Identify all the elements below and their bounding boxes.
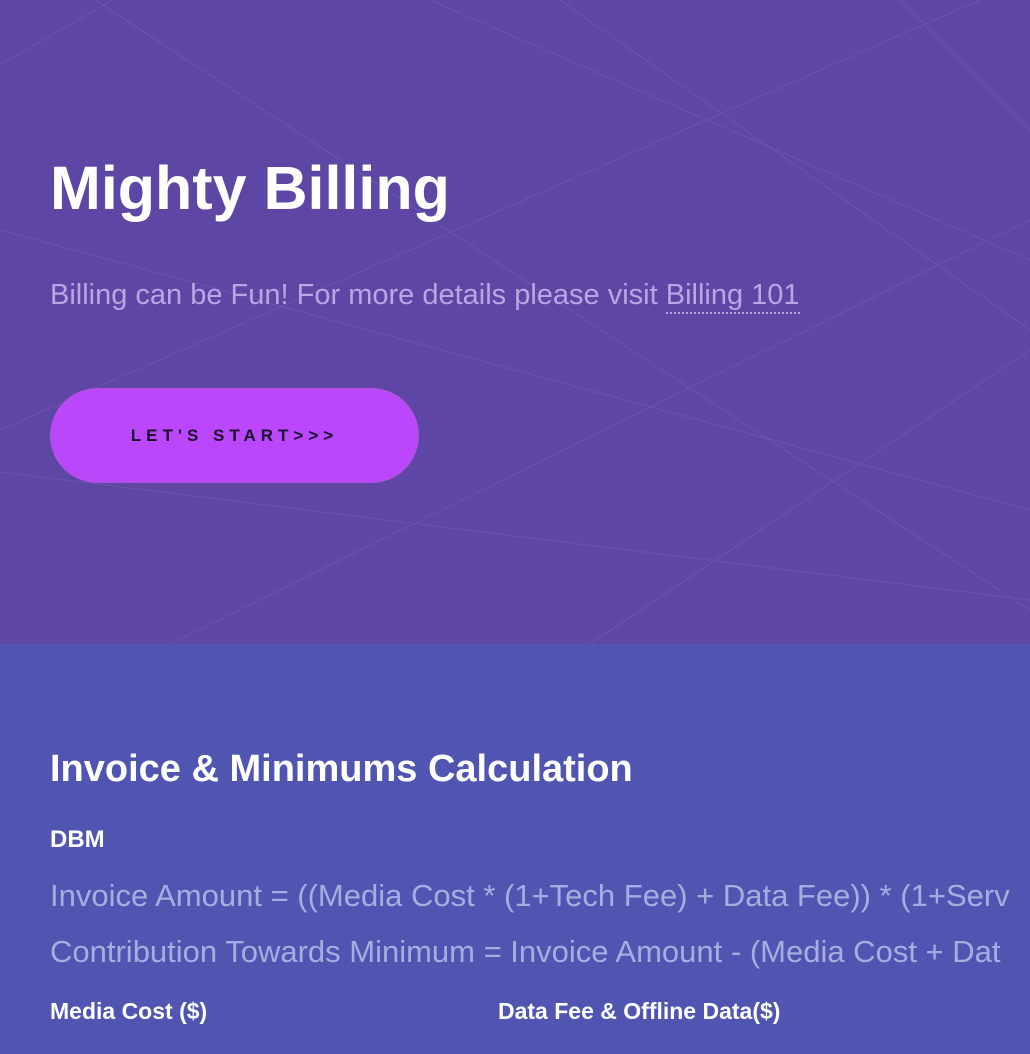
section-title: Invoice & Minimums Calculation — [50, 748, 633, 790]
hero-subtitle: Billing can be Fun! For more details ple… — [50, 276, 800, 314]
data-fee-label: Data Fee & Offline Data($) — [498, 998, 781, 1024]
billing-101-link[interactable]: Billing 101 — [665, 279, 800, 314]
hero-subtitle-text: Billing can be Fun! For more details ple… — [50, 279, 666, 311]
media-cost-label: Media Cost ($) — [50, 998, 208, 1024]
invoice-calculation-section: Invoice & Minimums Calculation DBM Invoi… — [0, 644, 1030, 1054]
lets-start-button[interactable]: LET'S START>>> — [50, 388, 419, 483]
hero-section: Mighty Billing Billing can be Fun! For m… — [0, 0, 1030, 644]
decorative-line-pattern — [0, 0, 1030, 644]
minimum-contribution-formula: Contribution Towards Minimum = Invoice A… — [50, 934, 1001, 969]
page-title: Mighty Billing — [50, 154, 450, 222]
section-subtitle: DBM — [50, 826, 105, 853]
invoice-amount-formula: Invoice Amount = ((Media Cost * (1+Tech … — [50, 878, 1010, 913]
